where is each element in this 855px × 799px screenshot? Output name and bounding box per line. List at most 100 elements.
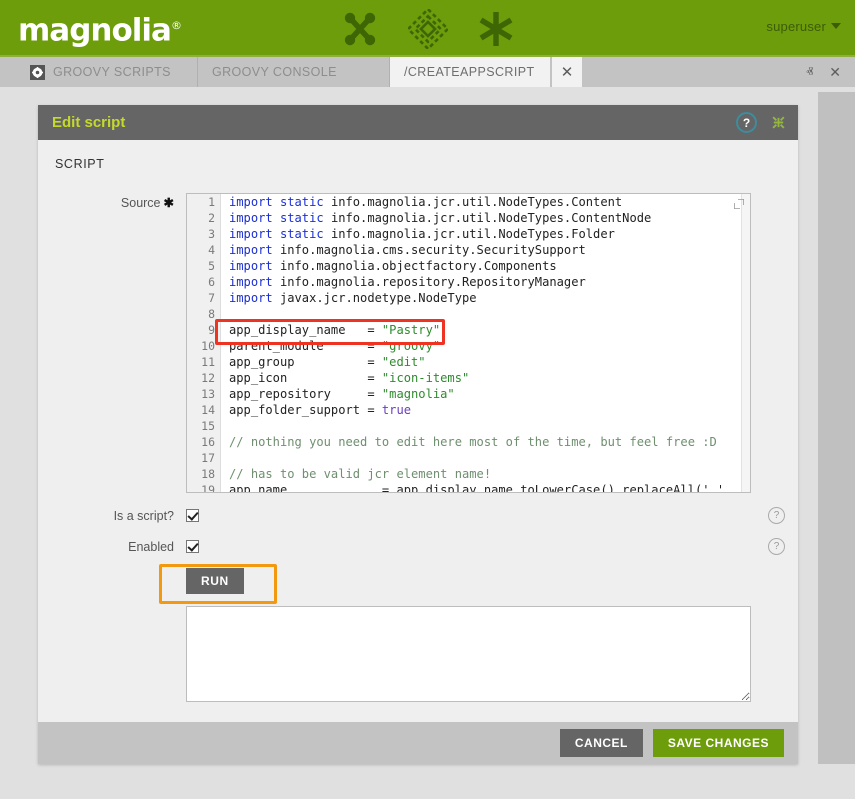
logo-registered-mark: ®: [171, 19, 181, 32]
diamond-pattern-icon[interactable]: [408, 9, 448, 49]
code-line: 1import static info.magnolia.jcr.util.No…: [187, 194, 750, 210]
tab-groovy-console[interactable]: GROOVY CONSOLE: [198, 57, 390, 87]
line-number: 7: [187, 290, 221, 306]
code-line: 16// nothing you need to edit here most …: [187, 434, 750, 450]
code-line: 19app_name = app_display_name.toLowerCas…: [187, 482, 750, 493]
source-label-text: Source: [121, 196, 161, 210]
dialog-header-actions: ?: [736, 105, 786, 140]
line-number: 6: [187, 274, 221, 290]
tab-label: GROOVY SCRIPTS: [53, 65, 171, 79]
line-number: 10: [187, 338, 221, 354]
code-line: 9app_display_name = "Pastry": [187, 322, 750, 338]
code-text: app_name = app_display_name.toLowerCase(…: [221, 482, 724, 493]
asterisk-icon[interactable]: [476, 9, 516, 49]
dialog-header: Edit script ?: [38, 105, 798, 140]
enabled-checkbox[interactable]: [186, 540, 199, 553]
line-number: 3: [187, 226, 221, 242]
code-line: 11app_group = "edit": [187, 354, 750, 370]
line-number: 17: [187, 450, 221, 466]
expand-icon[interactable]: [771, 115, 786, 130]
field-run: RUN: [38, 568, 798, 594]
save-changes-button[interactable]: SAVE CHANGES: [653, 729, 784, 757]
is-a-script-label: Is a script?: [38, 509, 186, 523]
line-number: 8: [187, 306, 221, 322]
edit-script-dialog: Edit script ? SCRIPT Source✱: [38, 105, 798, 764]
code-text: import static info.magnolia.jcr.util.Nod…: [221, 194, 622, 210]
tab-groovy-scripts[interactable]: GROOVY SCRIPTS: [16, 57, 198, 87]
line-number: 2: [187, 210, 221, 226]
code-text: import static info.magnolia.jcr.util.Nod…: [221, 226, 615, 242]
source-label: Source✱: [38, 193, 186, 210]
code-line: 18// has to be valid jcr element name!: [187, 466, 750, 482]
run-button[interactable]: RUN: [186, 568, 244, 594]
user-menu-label: superuser: [766, 19, 826, 34]
code-text: import javax.jcr.nodetype.NodeType: [221, 290, 477, 306]
dialog-title: Edit script: [52, 114, 125, 131]
required-asterisk-icon: ✱: [164, 196, 174, 210]
line-number: 11: [187, 354, 221, 370]
line-number: 16: [187, 434, 221, 450]
field-source: Source✱ 1import static info.magnolia.jcr…: [38, 193, 798, 493]
line-number: 19: [187, 482, 221, 493]
user-menu[interactable]: superuser: [766, 19, 841, 34]
help-icon-is-a-script[interactable]: ?: [768, 507, 785, 524]
code-line: 13app_repository = "magnolia": [187, 386, 750, 402]
field-enabled: Enabled ?: [38, 538, 798, 555]
code-line: 10parent_module = "groovy": [187, 338, 750, 354]
tab-bar-controls: ⱏ ✕: [806, 57, 855, 87]
logo-text: magnolia: [18, 12, 171, 48]
code-text: import info.magnolia.cms.security.Securi…: [221, 242, 586, 258]
help-icon-enabled[interactable]: ?: [768, 538, 785, 555]
code-line: 6import info.magnolia.repository.Reposit…: [187, 274, 750, 290]
code-text: app_display_name = "Pastry": [221, 322, 440, 338]
code-text: app_icon = "icon-items": [221, 370, 469, 386]
line-number: 1: [187, 194, 221, 210]
code-line: 12app_icon = "icon-items": [187, 370, 750, 386]
tab-label: GROOVY CONSOLE: [212, 65, 337, 79]
code-text: import static info.magnolia.jcr.util.Nod…: [221, 210, 651, 226]
help-icon[interactable]: ?: [736, 112, 757, 133]
code-text: import info.magnolia.repository.Reposito…: [221, 274, 586, 290]
dialog-body: SCRIPT Source✱ 1import static info.magno…: [38, 140, 798, 722]
tab-createappscript[interactable]: /CREATEAPPSCRIPT: [390, 57, 550, 87]
script-output-textarea[interactable]: [186, 606, 751, 702]
close-all-icon[interactable]: ✕: [829, 64, 841, 81]
chevron-down-icon: [831, 23, 841, 29]
code-text: // has to be valid jcr element name!: [221, 466, 491, 482]
code-line: 8: [187, 306, 750, 322]
line-number: 12: [187, 370, 221, 386]
tab-close-icon[interactable]: ✕: [552, 57, 582, 87]
enabled-label: Enabled: [38, 540, 186, 554]
code-line: 15: [187, 418, 750, 434]
line-number: 5: [187, 258, 221, 274]
code-line: 3import static info.magnolia.jcr.util.No…: [187, 226, 750, 242]
code-line: 4import info.magnolia.cms.security.Secur…: [187, 242, 750, 258]
field-output: [38, 606, 798, 722]
nodes-icon[interactable]: [340, 9, 380, 49]
app-launcher-icons: [340, 5, 516, 53]
line-number: 13: [187, 386, 221, 402]
collapse-icon[interactable]: ⱏ: [806, 64, 813, 81]
code-text: parent_module = "groovy": [221, 338, 440, 354]
magnolia-logo[interactable]: magnolia®: [18, 5, 181, 51]
page-scrollbar-thumb[interactable]: [818, 92, 855, 764]
line-number: 18: [187, 466, 221, 482]
editor-code-area[interactable]: 1import static info.magnolia.jcr.util.No…: [187, 194, 750, 492]
code-text: // nothing you need to edit here most of…: [221, 434, 717, 450]
is-a-script-checkbox[interactable]: [186, 509, 199, 522]
editor-vertical-scrollbar[interactable]: [741, 194, 750, 492]
code-line: 14app_folder_support = true: [187, 402, 750, 418]
code-line: 5import info.magnolia.objectfactory.Comp…: [187, 258, 750, 274]
gear-icon: [30, 65, 45, 80]
cancel-button[interactable]: CANCEL: [560, 729, 643, 757]
line-number: 15: [187, 418, 221, 434]
code-line: 17: [187, 450, 750, 466]
code-line: 7import javax.jcr.nodetype.NodeType: [187, 290, 750, 306]
line-number: 14: [187, 402, 221, 418]
code-line: 2import static info.magnolia.jcr.util.No…: [187, 210, 750, 226]
source-code-editor[interactable]: 1import static info.magnolia.jcr.util.No…: [186, 193, 751, 493]
tab-label: /CREATEAPPSCRIPT: [404, 65, 535, 79]
code-text: app_repository = "magnolia": [221, 386, 455, 402]
dialog-footer: CANCEL SAVE CHANGES: [38, 722, 798, 764]
field-is-a-script: Is a script? ?: [38, 507, 798, 524]
